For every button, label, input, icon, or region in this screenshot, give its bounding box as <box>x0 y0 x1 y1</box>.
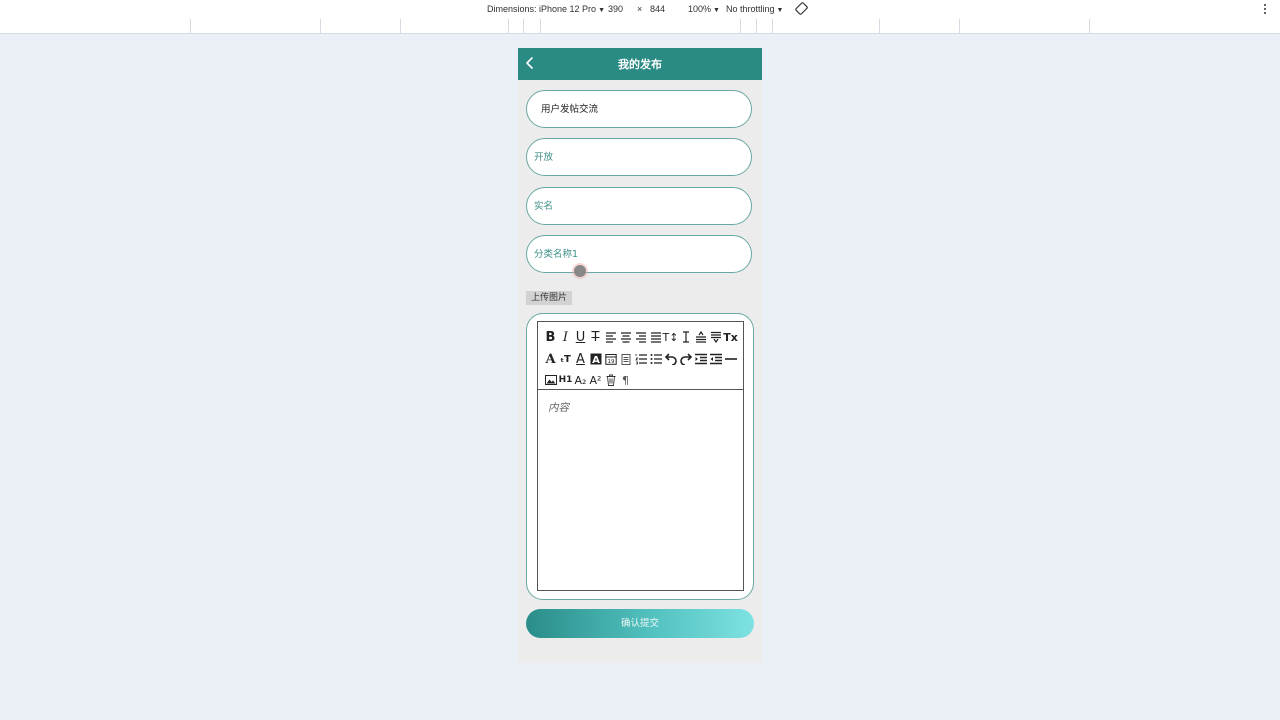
toolbar-row-3: H1 A₂ A² ¶ <box>543 371 633 389</box>
category-field-value: 分类名称1 <box>534 249 579 260</box>
name-type-field[interactable]: 实名 <box>526 187 752 225</box>
italic-icon[interactable]: I <box>558 328 573 346</box>
toolbar-row-1: B I U T T↕ Tx <box>543 328 738 346</box>
image-icon[interactable] <box>543 371 558 389</box>
ruler-tick <box>756 19 757 33</box>
align-left-icon[interactable] <box>603 328 618 346</box>
toolbar-row-2: A ₜT A A 19 <box>543 350 738 368</box>
clear-format-icon[interactable]: Tx <box>723 328 738 346</box>
editor-container: B I U T T↕ Tx A ₜT A A 19 H1 A₂ A² ¶ 内容 <box>526 313 754 600</box>
svg-text:19: 19 <box>607 359 614 365</box>
ruler-tick <box>1089 19 1090 33</box>
svg-text:A: A <box>592 355 600 365</box>
touch-cursor <box>574 265 586 277</box>
throttling-select[interactable]: No throttling ▼ <box>726 4 783 14</box>
underline-icon[interactable]: U <box>573 328 588 346</box>
line-height-icon[interactable] <box>678 328 693 346</box>
zoom-select[interactable]: 100% ▼ <box>688 4 720 14</box>
times-sign: × <box>637 4 643 14</box>
align-center-icon[interactable] <box>618 328 633 346</box>
submit-button[interactable]: 确认提交 <box>526 609 754 638</box>
indent-icon[interactable] <box>693 350 708 368</box>
editor-content-placeholder[interactable]: 内容 <box>548 400 569 415</box>
undo-icon[interactable] <box>663 350 678 368</box>
upload-image-button[interactable]: 上传图片 <box>526 291 573 305</box>
ruler-tick <box>772 19 773 33</box>
unordered-list-icon[interactable] <box>648 350 663 368</box>
background-color-icon[interactable]: A <box>588 350 603 368</box>
letter-spacing-icon[interactable] <box>693 328 708 346</box>
align-right-icon[interactable] <box>633 328 648 346</box>
superscript-icon[interactable]: A² <box>588 371 603 389</box>
status-field-value: 开放 <box>534 152 554 163</box>
zoom-label: 100% <box>688 4 712 14</box>
ruler-tick <box>400 19 401 33</box>
title-field-value: 用户发帖交流 <box>541 104 599 115</box>
device-select[interactable]: Dimensions: iPhone 12 Pro ▼ <box>487 4 605 14</box>
ruler-tick <box>740 19 741 33</box>
throttling-label: No throttling <box>726 4 775 14</box>
rich-text-editor: B I U T T↕ Tx A ₜT A A 19 H1 A₂ A² ¶ 内容 <box>537 321 744 591</box>
subscript-icon[interactable]: A₂ <box>573 371 588 389</box>
pilcrow-icon[interactable]: ¶ <box>618 371 633 389</box>
align-justify-icon[interactable] <box>648 328 663 346</box>
redo-icon[interactable] <box>678 350 693 368</box>
horizontal-rule-icon[interactable] <box>723 350 738 368</box>
status-field[interactable]: 开放 <box>526 138 752 176</box>
caret-down-icon: ▼ <box>713 7 720 14</box>
caret-down-icon: ▼ <box>598 7 605 14</box>
page-title: 我的发布 <box>618 58 662 71</box>
device-label: Dimensions: iPhone 12 Pro <box>487 4 597 14</box>
height-input[interactable]: 844 <box>650 4 665 14</box>
more-options-icon[interactable] <box>1262 3 1268 15</box>
width-input[interactable]: 390 <box>608 4 623 14</box>
clipboard-icon[interactable] <box>618 350 633 368</box>
ruler-tick <box>879 19 880 33</box>
caret-down-icon: ▼ <box>776 7 784 14</box>
devtools-device-toolbar: Dimensions: iPhone 12 Pro ▼ 390 × 844 100… <box>0 0 1280 19</box>
ruler-tick <box>190 19 191 33</box>
header-bar: 我的发布 <box>518 48 762 80</box>
paragraph-spacing-icon[interactable] <box>708 328 723 346</box>
ruler-tick <box>540 19 541 33</box>
ruler-tick <box>959 19 960 33</box>
ruler-tick <box>320 19 321 33</box>
editor-toolbar: B I U T T↕ Tx A ₜT A A 19 H1 A₂ A² ¶ <box>538 322 743 390</box>
phone-viewport: 我的发布 用户发帖交流 开放 实名 分类名称1 上传图片 B I U T T↕ … <box>518 48 762 663</box>
delete-icon[interactable] <box>603 371 618 389</box>
category-field[interactable]: 分类名称1 <box>526 235 752 273</box>
date-icon[interactable]: 19 <box>603 350 618 368</box>
name-type-field-value: 实名 <box>534 201 554 212</box>
font-size-small-icon[interactable]: ₜT <box>558 350 573 368</box>
outdent-icon[interactable] <box>708 350 723 368</box>
rotate-icon[interactable] <box>795 2 808 15</box>
heading-h1-icon[interactable]: H1 <box>558 371 573 389</box>
text-underline-color-icon[interactable]: A <box>573 350 588 368</box>
font-size-icon[interactable]: T↕ <box>663 328 679 346</box>
strikethrough-icon[interactable]: T <box>588 328 603 346</box>
ordered-list-icon[interactable] <box>633 350 648 368</box>
font-color-icon[interactable]: A <box>543 350 558 368</box>
media-query-ruler <box>0 19 1280 34</box>
ruler-tick <box>523 19 524 33</box>
title-field[interactable]: 用户发帖交流 <box>526 90 752 128</box>
bold-icon[interactable]: B <box>543 328 558 346</box>
ruler-tick <box>508 19 509 33</box>
